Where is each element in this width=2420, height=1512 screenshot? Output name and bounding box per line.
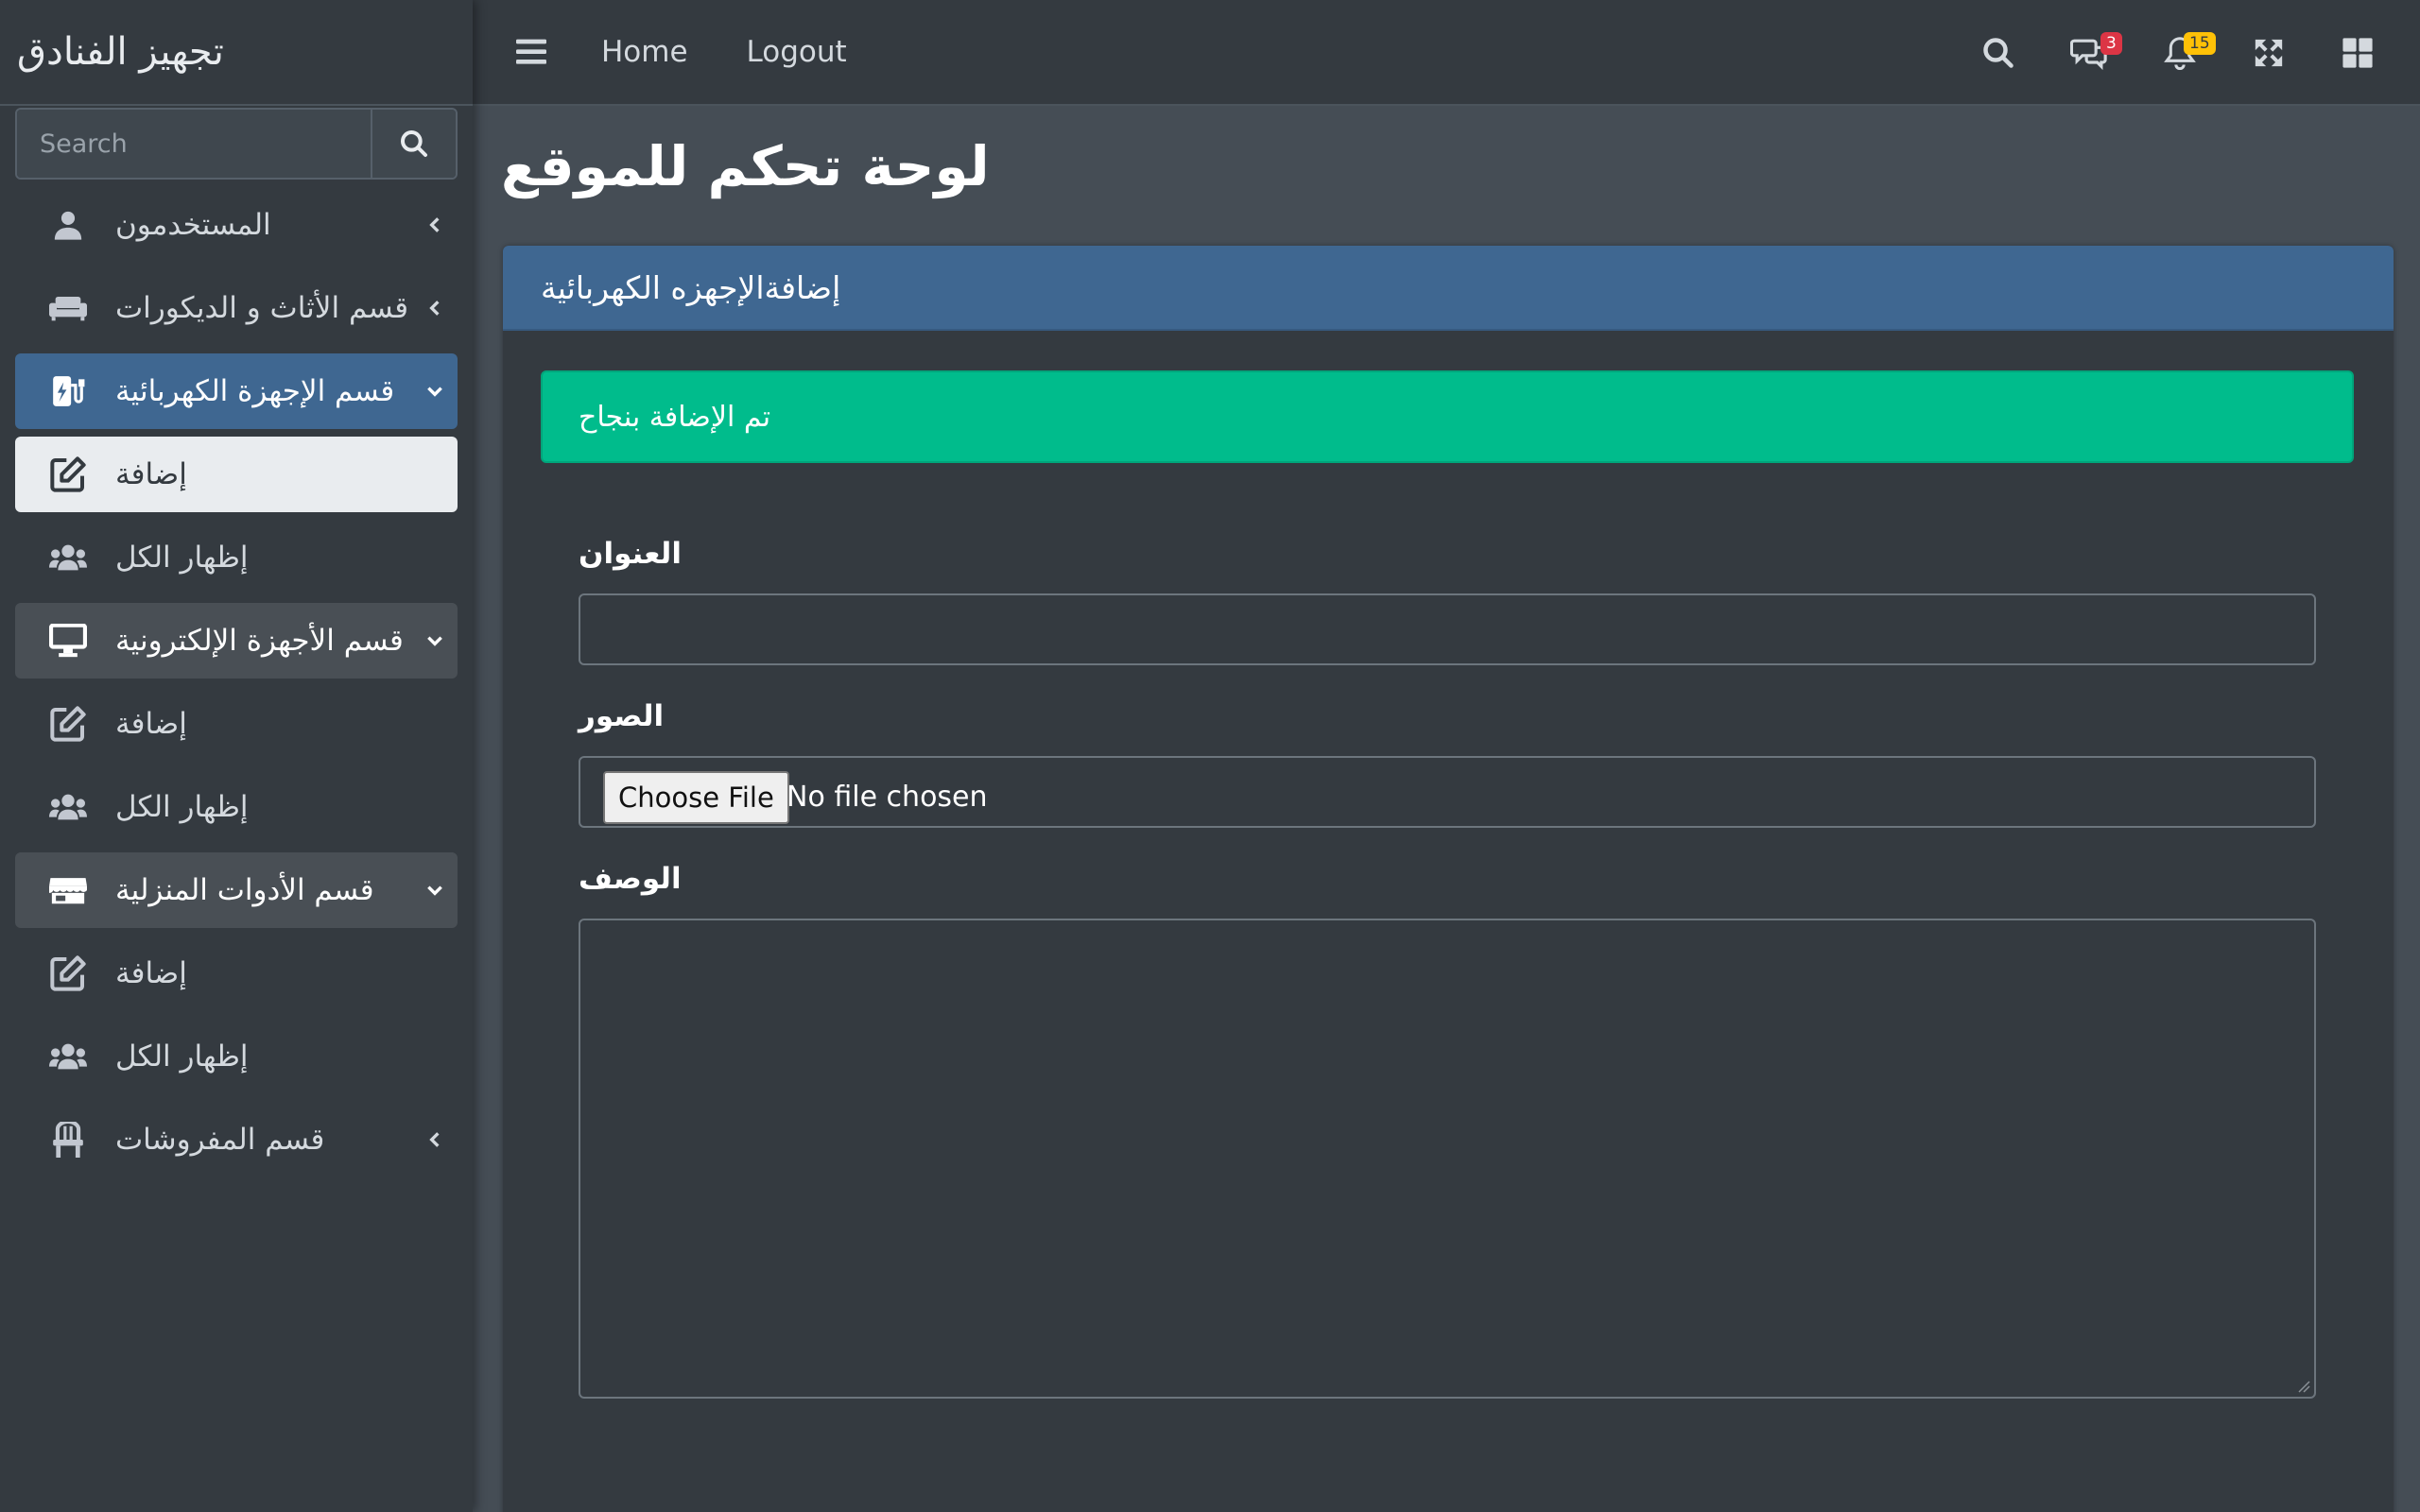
sidebar-item-label: إظهار الكل xyxy=(115,1040,249,1074)
search-input[interactable] xyxy=(17,110,371,178)
chevron-left-icon xyxy=(420,1125,450,1155)
search-icon[interactable] xyxy=(1979,34,2017,72)
sidebar-item-household-add[interactable]: إضافة xyxy=(15,936,458,1011)
sidebar-item-electronics-list[interactable]: إظهار الكل xyxy=(15,769,458,845)
sidebar-item-electronics[interactable]: قسم الأجهزة الإلكترونية xyxy=(15,603,458,679)
sidebar-item-furnishings[interactable]: قسم المفروشات xyxy=(15,1102,458,1177)
choose-file-button[interactable]: Choose File xyxy=(603,771,789,824)
chevron-down-icon xyxy=(420,376,450,406)
top-navbar: Home Logout 3 15 xyxy=(473,0,2420,106)
notifications-badge: 15 xyxy=(2184,32,2216,55)
images-label: الصور xyxy=(579,699,665,733)
images-file-input[interactable]: Choose File No file chosen xyxy=(579,756,2316,828)
search-button[interactable] xyxy=(371,110,456,178)
title-input[interactable] xyxy=(579,593,2316,665)
sidebar-item-users[interactable]: المستخدمون xyxy=(15,187,458,263)
sidebar-item-label: إظهار الكل xyxy=(115,541,249,575)
sidebar-item-label: إضافة xyxy=(115,956,187,990)
sidebar-item-label: إضافة xyxy=(115,707,187,741)
edit-icon xyxy=(49,455,87,493)
users-icon xyxy=(49,788,87,826)
sidebar-item-electrical-add[interactable]: إضافة xyxy=(15,437,458,512)
file-status: No file chosen xyxy=(786,781,988,814)
users-icon xyxy=(49,539,87,576)
edit-icon xyxy=(49,954,87,992)
store-icon xyxy=(49,871,87,909)
sidebar-item-electronics-add[interactable]: إضافة xyxy=(15,686,458,762)
success-alert: تم الإضافة بنجاح xyxy=(541,370,2354,463)
navbar-icons: 3 15 xyxy=(473,0,2420,106)
sidebar: تجهيز الفنادق المستخدمون قسم الأثاث و ال… xyxy=(0,0,473,1512)
sidebar-item-furniture[interactable]: قسم الأثاث و الديكورات xyxy=(15,270,458,346)
sidebar-item-electrical[interactable]: قسم الإجهزة الكهربائية xyxy=(15,353,458,429)
sidebar-item-label: قسم الأدوات المنزلية xyxy=(115,873,374,907)
chevron-down-icon xyxy=(420,875,450,905)
brand-title[interactable]: تجهيز الفنادق xyxy=(0,0,473,106)
sidebar-item-household-list[interactable]: إظهار الكل xyxy=(15,1019,458,1094)
sidebar-item-label: المستخدمون xyxy=(115,208,271,242)
chevron-left-icon xyxy=(420,293,450,323)
fullscreen-icon[interactable] xyxy=(2250,34,2288,72)
search-icon xyxy=(401,130,427,157)
sidebar-search xyxy=(15,108,458,180)
resize-handle-icon[interactable] xyxy=(2297,1380,2310,1393)
sidebar-item-label: إضافة xyxy=(115,457,187,491)
description-label: الوصف xyxy=(579,862,682,896)
sidebar-item-electrical-list[interactable]: إظهار الكل xyxy=(15,520,458,595)
title-label: العنوان xyxy=(579,537,682,571)
chevron-left-icon xyxy=(420,210,450,240)
chair-icon xyxy=(49,1121,87,1159)
edit-icon xyxy=(49,705,87,743)
chevron-down-icon xyxy=(420,626,450,656)
description-textarea[interactable] xyxy=(579,919,2316,1399)
control-sidebar-icon[interactable] xyxy=(2339,34,2377,72)
sidebar-item-label: إظهار الكل xyxy=(115,790,249,824)
sidebar-item-label: قسم المفروشات xyxy=(115,1123,325,1157)
charging-station-icon xyxy=(49,372,87,410)
messages-badge: 3 xyxy=(2100,32,2122,55)
sidebar-item-label: قسم الأثاث و الديكورات xyxy=(115,291,409,325)
couch-icon xyxy=(49,289,87,327)
sidebar-nav: المستخدمون قسم الأثاث و الديكورات قسم ال… xyxy=(0,187,473,1177)
desktop-icon xyxy=(49,622,87,660)
sidebar-item-label: قسم الإجهزة الكهربائية xyxy=(115,374,395,408)
user-icon xyxy=(49,206,87,244)
sidebar-item-household[interactable]: قسم الأدوات المنزلية xyxy=(15,852,458,928)
sidebar-item-label: قسم الأجهزة الإلكترونية xyxy=(115,624,404,658)
users-icon xyxy=(49,1038,87,1075)
page-title: لوحة تحكم للموقع xyxy=(501,134,990,198)
form-card: إضافةالإجهزه الكهربائية تم الإضافة بنجاح… xyxy=(503,246,2394,1512)
card-title: إضافةالإجهزه الكهربائية xyxy=(503,246,2394,331)
